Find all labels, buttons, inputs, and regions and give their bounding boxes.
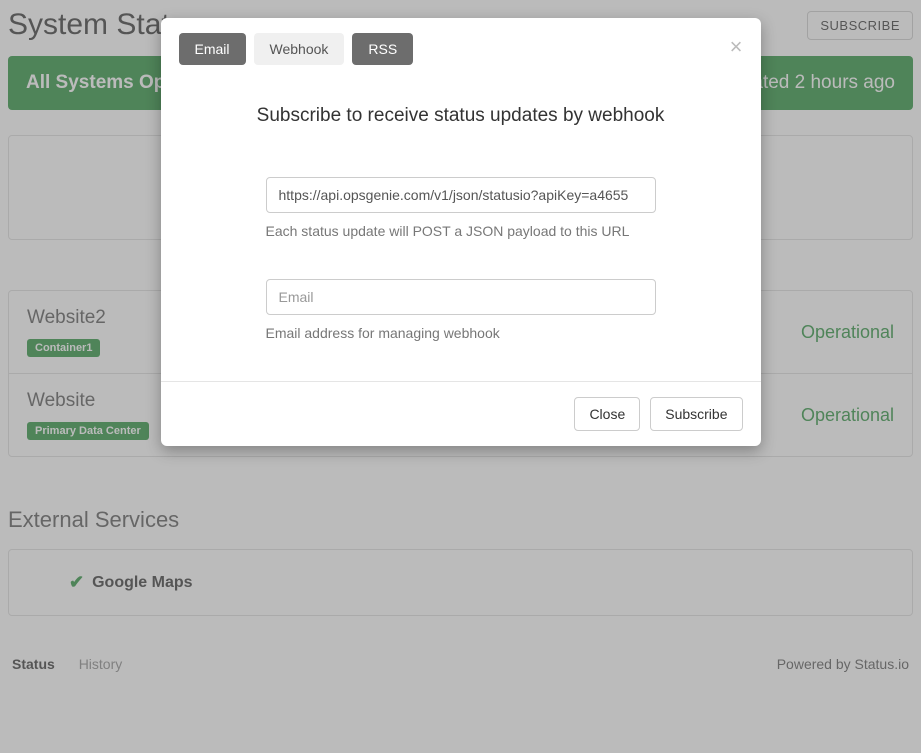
email-help-text: Email address for managing webhook <box>266 325 656 341</box>
tab-rss[interactable]: RSS <box>352 33 413 65</box>
email-input[interactable] <box>266 279 656 315</box>
modal-overlay[interactable]: Email Webhook RSS × Subscribe to receive… <box>0 0 921 753</box>
tab-webhook[interactable]: Webhook <box>254 33 345 65</box>
modal-title: Subscribe to receive status updates by w… <box>211 105 711 127</box>
close-icon[interactable]: × <box>730 36 743 58</box>
subscribe-modal: Email Webhook RSS × Subscribe to receive… <box>161 18 761 446</box>
webhook-help-text: Each status update will POST a JSON payl… <box>266 223 656 239</box>
webhook-url-input[interactable] <box>266 177 656 213</box>
modal-tabs: Email Webhook RSS <box>179 33 743 65</box>
tab-email[interactable]: Email <box>179 33 246 65</box>
subscribe-submit-button[interactable]: Subscribe <box>650 397 742 431</box>
close-button[interactable]: Close <box>574 397 640 431</box>
